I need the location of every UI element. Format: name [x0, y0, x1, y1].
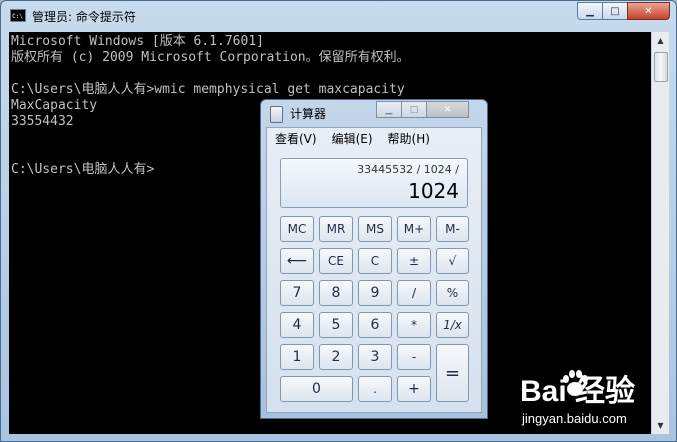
minus-button[interactable]: -: [397, 344, 431, 370]
console-line: 版权所有 (c) 2009 Microsoft Corporation。保留所有…: [11, 50, 410, 65]
digit-5-button[interactable]: 5: [319, 312, 353, 338]
calculator-body: 查看(V) 编辑(E) 帮助(H) 33445532 / 1024 / 1024…: [266, 127, 482, 413]
cmd-app-icon: C:\: [10, 9, 26, 22]
digit-3-button[interactable]: 3: [358, 344, 392, 370]
cmd-close-button[interactable]: ✕: [627, 2, 670, 20]
mr-button[interactable]: MR: [319, 216, 353, 242]
backspace-button[interactable]: ⟵: [280, 248, 314, 274]
digit-9-button[interactable]: 9: [358, 280, 392, 306]
m-minus-button[interactable]: M-: [436, 216, 469, 242]
calculator-app-icon: [270, 106, 283, 123]
scroll-up-arrow-icon[interactable]: ▲: [652, 32, 669, 49]
display-value: 1024: [408, 179, 459, 203]
menu-view[interactable]: 查看(V): [267, 128, 324, 148]
digit-8-button[interactable]: 8: [319, 280, 353, 306]
clear-button[interactable]: C: [358, 248, 392, 274]
console-line: MaxCapacity: [11, 98, 98, 113]
square-root-button[interactable]: √: [436, 248, 469, 274]
console-line: C:\Users\电脑人人有>wmic memphysical get maxc…: [11, 82, 405, 97]
digit-7-button[interactable]: 7: [280, 280, 314, 306]
plus-minus-button[interactable]: ±: [397, 248, 431, 274]
m-plus-button[interactable]: M+: [397, 216, 431, 242]
watermark-url: jingyan.baidu.com: [522, 411, 627, 426]
console-line: 33554432: [11, 114, 74, 129]
decimal-point-button[interactable]: .: [358, 376, 392, 402]
digit-2-button[interactable]: 2: [319, 344, 353, 370]
cmd-window-title: 管理员: 命令提示符: [32, 10, 136, 24]
cmd-minimize-button[interactable]: ▁: [577, 2, 603, 20]
ce-button[interactable]: CE: [319, 248, 353, 274]
cmd-titlebar[interactable]: C:\ 管理员: 命令提示符 ▁ □ ✕: [1, 1, 676, 31]
digit-1-button[interactable]: 1: [280, 344, 314, 370]
plus-button[interactable]: +: [397, 376, 431, 402]
calc-close-button[interactable]: ✕: [426, 101, 469, 118]
cmd-window-controls: ▁ □ ✕: [577, 2, 670, 20]
percent-button[interactable]: %: [436, 280, 469, 306]
calculator-window-controls: ▁ □ ✕: [376, 101, 469, 118]
divide-button[interactable]: /: [397, 280, 431, 306]
menu-edit[interactable]: 编辑(E): [324, 128, 380, 148]
menu-help[interactable]: 帮助(H): [380, 128, 437, 148]
calculator-display: 33445532 / 1024 / 1024: [280, 158, 468, 208]
digit-0-button[interactable]: 0: [280, 376, 353, 402]
calc-minimize-button[interactable]: ▁: [376, 101, 402, 118]
console-line: Microsoft Windows [版本 6.1.7601]: [11, 34, 264, 49]
baidu-paw-icon: [563, 370, 588, 397]
cmd-maximize-button[interactable]: □: [602, 2, 628, 20]
baidu-jingyan-watermark: Bai 经验 jingyan.baidu.com: [520, 366, 670, 434]
calc-maximize-button[interactable]: □: [401, 101, 427, 118]
calculator-menubar: 查看(V) 编辑(E) 帮助(H): [267, 128, 481, 148]
equals-button[interactable]: =: [436, 344, 469, 402]
ms-button[interactable]: MS: [358, 216, 392, 242]
scroll-thumb[interactable]: [654, 52, 668, 82]
mc-button[interactable]: MC: [280, 216, 314, 242]
digit-4-button[interactable]: 4: [280, 312, 314, 338]
calculator-window-title: 计算器: [290, 107, 327, 121]
console-line: C:\Users\电脑人人有>: [11, 162, 155, 177]
calculator-window: 计算器 ▁ □ ✕ 查看(V) 编辑(E) 帮助(H) 33445532 / 1…: [260, 99, 488, 419]
multiply-button[interactable]: *: [397, 312, 431, 338]
reciprocal-button[interactable]: 1/x: [436, 312, 469, 338]
display-expression: 33445532 / 1024 /: [357, 163, 459, 176]
digit-6-button[interactable]: 6: [358, 312, 392, 338]
